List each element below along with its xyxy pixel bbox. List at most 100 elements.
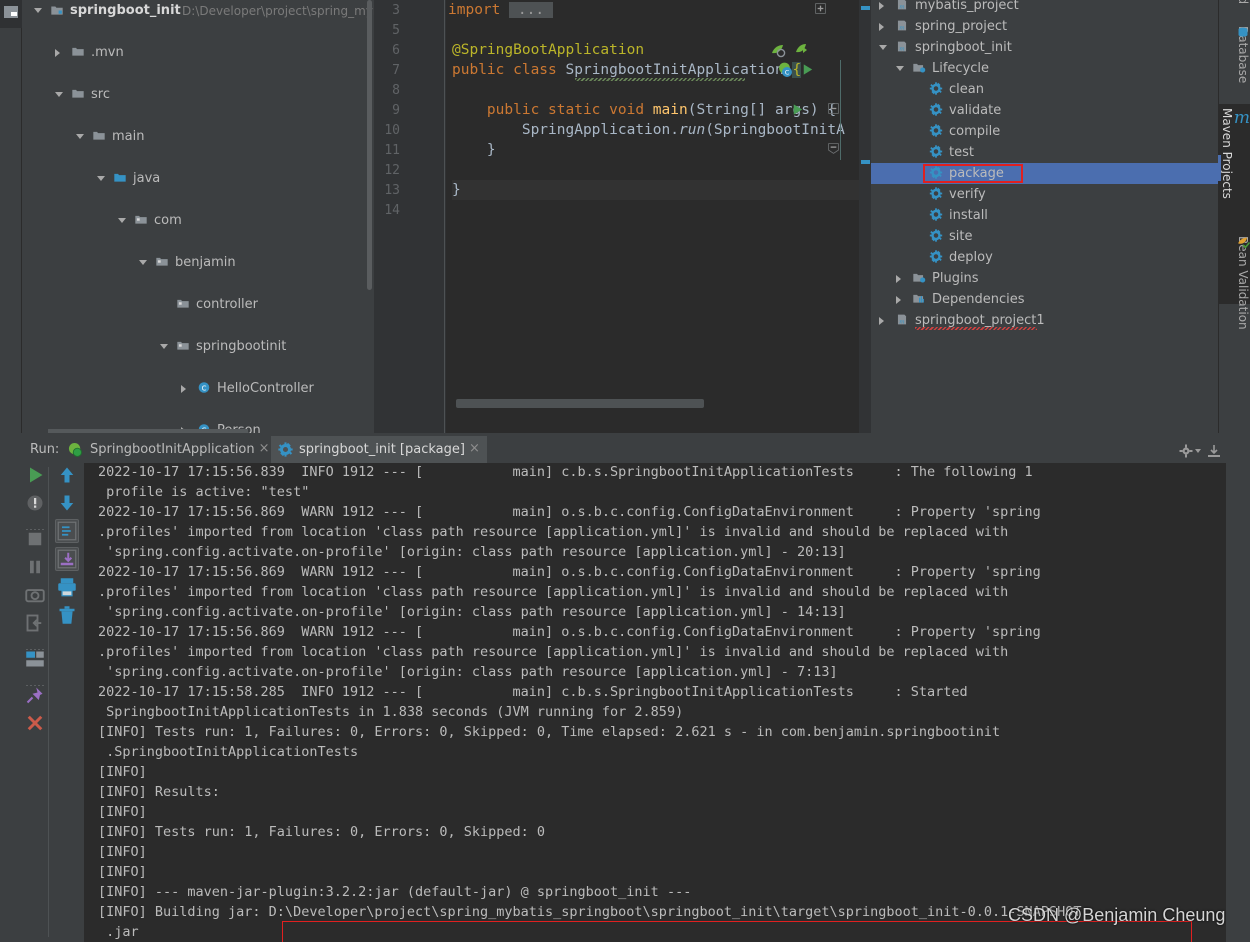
maven-item-label: deploy <box>949 250 993 265</box>
chevron-down-icon[interactable] <box>160 344 168 353</box>
arrow-down-icon[interactable] <box>57 493 77 513</box>
tree-row-root[interactable]: springboot_init D:\Developer\project\spr… <box>22 0 374 21</box>
maven-goal-icon <box>929 103 943 116</box>
chevron-right-icon[interactable] <box>896 275 901 283</box>
project-tree-scrollbar[interactable] <box>367 0 372 290</box>
maven-tree-row[interactable]: Dependencies <box>871 289 1218 310</box>
maven-tree-row[interactable]: install <box>871 205 1218 226</box>
editor-gutter[interactable]: 3 5 6 7 8 9 10 11 12 13 14 <box>374 0 446 433</box>
run-green-triangle-icon[interactable] <box>25 465 45 485</box>
code-editor[interactable]: 3 5 6 7 8 9 10 11 12 13 14 import ... @SpringBootA… <box>374 0 871 433</box>
maven-tree-row[interactable]: verify <box>871 184 1218 205</box>
tree-row[interactable]: benjamin <box>22 252 374 273</box>
tree-row[interactable]: java <box>22 168 374 189</box>
maven-tree-row[interactable]: clean <box>871 79 1218 100</box>
chevron-right-icon[interactable] <box>181 385 186 393</box>
close-icon[interactable]: × <box>259 442 270 455</box>
chevron-right-icon[interactable] <box>879 2 884 10</box>
maven-tree-row[interactable]: m springboot_project1 <box>871 310 1218 331</box>
chevron-right-icon[interactable] <box>55 49 60 57</box>
chevron-down-icon[interactable] <box>118 218 126 227</box>
console-output[interactable]: 2022-10-17 17:15:56.839 INFO 1912 --- [ … <box>84 463 1226 942</box>
chevron-down-icon[interactable] <box>55 92 63 101</box>
maven-tree-row[interactable]: m springboot_init <box>871 37 1218 58</box>
package-icon <box>177 299 189 308</box>
chevron-down-icon[interactable] <box>896 66 904 75</box>
stop-square-icon[interactable] <box>25 529 45 549</box>
tree-row[interactable]: main <box>22 126 374 147</box>
tree-row[interactable]: com <box>22 210 374 231</box>
maven-tree-row[interactable]: test <box>871 142 1218 163</box>
maven-tree-row[interactable]: validate <box>871 100 1218 121</box>
maven-item-label: verify <box>949 187 986 202</box>
trash-icon[interactable] <box>57 605 77 625</box>
camera-icon[interactable] <box>25 585 45 605</box>
chevron-down-icon[interactable] <box>879 45 887 54</box>
close-x-icon[interactable] <box>25 713 45 733</box>
run-tool-window[interactable]: Run: SpringbootInitApplication × springb… <box>0 433 1250 942</box>
spring-bean-icon <box>772 45 786 58</box>
tree-row[interactable]: src <box>22 84 374 105</box>
gear-icon[interactable] <box>1178 444 1202 458</box>
maven-projects-tool-window[interactable]: m mybatis_project m spring_project m springbo… <box>871 0 1218 433</box>
close-icon[interactable]: × <box>469 442 480 455</box>
printer-icon[interactable] <box>57 577 77 597</box>
scroll-end-icon[interactable] <box>57 549 77 569</box>
console-scrollbar[interactable] <box>1210 463 1226 942</box>
arrow-up-icon[interactable] <box>57 465 77 485</box>
layout-icon[interactable] <box>25 649 45 669</box>
tree-row[interactable]: .mvn <box>22 42 374 63</box>
editor-line-number: 9 <box>392 103 400 118</box>
tree-row[interactable]: C HelloController <box>22 378 374 399</box>
fold-plus-icon <box>815 3 826 14</box>
pin-icon[interactable] <box>25 685 45 705</box>
export-icon[interactable] <box>1206 444 1222 458</box>
tree-row[interactable]: springbootinit <box>22 336 374 357</box>
editor-line-number: 12 <box>384 163 400 178</box>
chevron-down-icon[interactable] <box>97 176 105 185</box>
chevron-right-icon[interactable] <box>896 296 901 304</box>
maven-tree-row[interactable]: m spring_project <box>871 16 1218 37</box>
maven-tree-row[interactable]: m mybatis_project <box>871 0 1218 16</box>
console-line: [INFO] --- maven-jar-plugin:3.2.2:jar (d… <box>98 884 692 900</box>
spring-class-gutter-icon: C <box>779 62 792 77</box>
svg-text:m: m <box>899 26 904 32</box>
bean-validation-icon <box>1238 237 1250 249</box>
run-toolbar[interactable] <box>22 463 84 942</box>
chevron-down-icon[interactable] <box>76 134 84 143</box>
run-tab-springboot-init-application[interactable]: SpringbootInitApplication × <box>62 436 277 463</box>
maven-tree-row[interactable]: site <box>871 226 1218 247</box>
editor-code-line: import ... <box>448 2 553 18</box>
maven-icon: m <box>1233 108 1250 128</box>
pause-icon[interactable] <box>25 557 45 577</box>
maven-tree-row[interactable]: Lifecycle <box>871 58 1218 79</box>
console-line: .profiles' imported from location 'class… <box>98 644 1009 660</box>
spring-run-icon <box>68 442 82 457</box>
fold-collapse-icon <box>828 103 839 114</box>
soft-wrap-icon[interactable] <box>57 521 77 541</box>
maven-goal-icon <box>929 229 943 242</box>
chevron-right-icon[interactable] <box>879 317 884 325</box>
tool-tab-build[interactable]: Build <box>1218 0 1250 22</box>
console-line: .profiles' imported from location 'class… <box>98 584 1009 600</box>
exit-icon[interactable] <box>25 613 45 633</box>
tool-tab-bean-validation[interactable]: Bean Validation <box>1218 232 1250 442</box>
chevron-right-icon[interactable] <box>879 23 884 31</box>
tree-row[interactable]: controller <box>22 294 374 315</box>
maven-tree-row[interactable]: deploy <box>871 247 1218 268</box>
editor-code-line: public class SpringbootInitApplication { <box>452 62 802 78</box>
project-tool-window[interactable]: springboot_init D:\Developer\project\spr… <box>22 0 374 433</box>
maven-tree-row[interactable]: compile <box>871 121 1218 142</box>
maven-tree-row[interactable]: Plugins <box>871 268 1218 289</box>
maven-item-label: site <box>949 229 973 244</box>
rerun-failed-icon[interactable] <box>25 493 45 513</box>
console-line: [INFO] <box>98 864 147 880</box>
chevron-down-icon[interactable] <box>139 260 147 269</box>
folder-icon <box>72 89 84 98</box>
console-line: 'spring.config.activate.on-profile' [ori… <box>98 544 846 560</box>
editor-code-line: SpringApplication.run(SpringbootInitA <box>452 122 845 138</box>
editor-line-number: 10 <box>384 123 400 138</box>
run-tab-springboot-init-package[interactable]: springboot_init [package] × <box>271 436 487 463</box>
chevron-down-icon[interactable] <box>34 8 42 17</box>
maven-module-icon: m <box>897 0 907 11</box>
